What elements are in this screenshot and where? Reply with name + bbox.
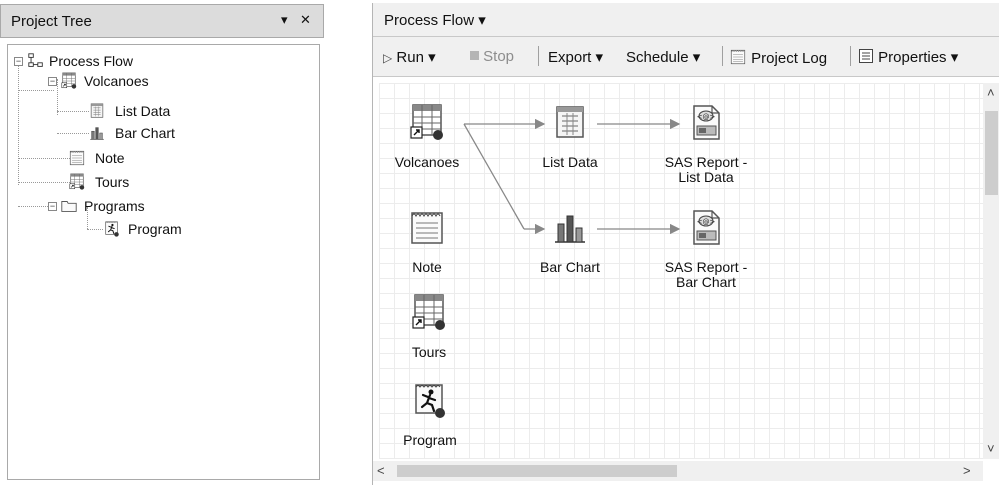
flow-node-program[interactable]: Program <box>382 381 478 448</box>
tree-connector <box>87 229 103 230</box>
run-icon: ▷ <box>383 51 393 65</box>
bar-chart-icon <box>550 208 590 248</box>
tree-item-tours[interactable]: Tours <box>68 172 208 192</box>
list-data-icon <box>88 102 106 120</box>
collapse-icon[interactable]: − <box>14 57 23 66</box>
tree-item-label: Volcanoes <box>84 73 149 89</box>
project-tree: − Process Flow − Volcanoes List Data Bar… <box>7 44 320 480</box>
tree-item-program[interactable]: Program <box>103 219 243 239</box>
process-flow-canvas[interactable]: Volcanoes List Data SAS Report - List Da… <box>379 83 983 459</box>
stop-button[interactable]: Stop <box>470 48 514 65</box>
flow-node-label-line: List Data <box>678 169 734 185</box>
horizontal-scrollbar[interactable]: < > <box>373 461 983 481</box>
run-button[interactable]: ▷ Run ▾ <box>383 48 436 66</box>
flow-node-label: Tours <box>411 344 447 360</box>
stop-button-label: Stop <box>483 48 515 65</box>
program-icon <box>410 381 450 421</box>
collapse-icon[interactable]: − <box>48 202 57 211</box>
toolbar-separator <box>722 46 723 66</box>
vertical-scroll-thumb[interactable] <box>985 111 998 195</box>
folder-icon <box>60 197 78 215</box>
flow-node-label-line: Bar Chart <box>676 274 736 290</box>
flow-node-tours[interactable]: Tours <box>381 293 477 360</box>
sas-report-icon <box>686 103 726 143</box>
note-icon <box>68 149 86 167</box>
scroll-right-icon[interactable]: > <box>963 463 971 478</box>
tree-item-label: Programs <box>84 198 145 214</box>
horizontal-scroll-thumb[interactable] <box>397 465 677 477</box>
tree-item-list-data[interactable]: List Data <box>88 101 228 121</box>
tree-item-process-flow[interactable]: − Process Flow <box>14 51 194 71</box>
data-table-icon <box>60 72 78 90</box>
tree-item-label: Program <box>128 221 182 237</box>
panel-menu-dropdown-icon[interactable]: ▾ <box>281 12 288 28</box>
tree-connector <box>18 63 19 185</box>
tree-item-label: Bar Chart <box>115 125 175 141</box>
program-icon <box>103 220 121 238</box>
process-flow-tab-bar: Process Flow ▾ <box>373 3 999 37</box>
flow-node-label-line: SAS Report - <box>664 154 748 170</box>
tree-item-label: Process Flow <box>49 53 134 69</box>
tree-connector <box>18 182 70 183</box>
flow-node-sas-report-bar-chart[interactable]: SAS Report - Bar Chart <box>658 208 754 290</box>
tree-item-label: Note <box>95 150 125 166</box>
process-flow-toolbar: ▷ Run ▾ Stop Export ▾ Schedule ▾ Project… <box>373 37 999 77</box>
flow-node-label: Volcanoes <box>394 154 460 170</box>
flow-node-label: Bar Chart <box>540 259 600 275</box>
properties-label: Properties ▾ <box>878 49 959 66</box>
project-tree-title: Project Tree <box>11 13 92 30</box>
bar-chart-icon <box>88 124 106 142</box>
scroll-left-icon[interactable]: < <box>377 463 385 478</box>
process-flow-icon <box>27 52 45 70</box>
project-log-icon <box>729 48 747 66</box>
process-flow-panel: Process Flow ▾ ▷ Run ▾ Stop Export ▾ Sch… <box>372 3 999 485</box>
process-flow-dropdown[interactable]: Process Flow ▾ <box>384 11 486 29</box>
scroll-down-icon[interactable]: ˅ <box>987 441 995 456</box>
flow-node-label: Note <box>412 259 442 275</box>
data-table-icon <box>407 103 447 143</box>
flow-node-bar-chart[interactable]: Bar Chart <box>522 208 618 275</box>
close-icon[interactable]: ✕ <box>300 12 311 28</box>
toolbar-separator <box>850 46 851 66</box>
tree-connector <box>57 111 89 112</box>
flow-node-label: List Data <box>542 154 598 170</box>
data-table-icon <box>409 293 449 333</box>
tree-item-volcanoes[interactable]: − Volcanoes <box>48 71 208 91</box>
project-log-label: Project Log <box>751 50 828 67</box>
flow-node-label: Program <box>403 432 457 448</box>
flow-node-volcanoes[interactable]: Volcanoes <box>379 103 475 170</box>
tree-connector <box>57 133 89 134</box>
list-data-icon <box>550 103 590 143</box>
properties-button[interactable]: Properties ▾ <box>858 48 958 66</box>
sas-report-icon <box>686 208 726 248</box>
flow-node-sas-report-list-data[interactable]: SAS Report - List Data <box>658 103 754 185</box>
schedule-button[interactable]: Schedule ▾ <box>626 48 700 66</box>
run-button-label: Run ▾ <box>396 49 436 66</box>
tree-item-note[interactable]: Note <box>68 148 208 168</box>
flow-node-list-data[interactable]: List Data <box>522 103 618 170</box>
tree-item-programs[interactable]: − Programs <box>48 196 208 216</box>
properties-icon <box>859 49 873 63</box>
flow-node-label: SAS Report - Bar Chart <box>658 260 754 290</box>
scroll-up-icon[interactable]: ˄ <box>987 85 995 100</box>
toolbar-separator <box>538 46 539 66</box>
project-log-button[interactable]: Project Log <box>729 48 827 67</box>
collapse-icon[interactable]: − <box>48 77 57 86</box>
note-icon <box>407 208 447 248</box>
flow-node-note[interactable]: Note <box>379 208 475 275</box>
tree-connector <box>18 158 70 159</box>
project-tree-header: Project Tree ▾ ✕ <box>0 4 324 38</box>
export-button[interactable]: Export ▾ <box>548 48 603 66</box>
tree-item-label: List Data <box>115 103 171 119</box>
stop-icon <box>470 51 479 60</box>
vertical-scrollbar[interactable]: ˄ ˅ <box>983 83 999 459</box>
flow-node-label: SAS Report - List Data <box>658 155 754 185</box>
tree-item-label: Tours <box>95 174 130 190</box>
tree-item-bar-chart[interactable]: Bar Chart <box>88 123 228 143</box>
flow-node-label-line: SAS Report - <box>664 259 748 275</box>
project-tree-panel: Project Tree ▾ ✕ − Process Flow − Volcan… <box>0 0 324 485</box>
data-table-icon <box>68 173 86 191</box>
